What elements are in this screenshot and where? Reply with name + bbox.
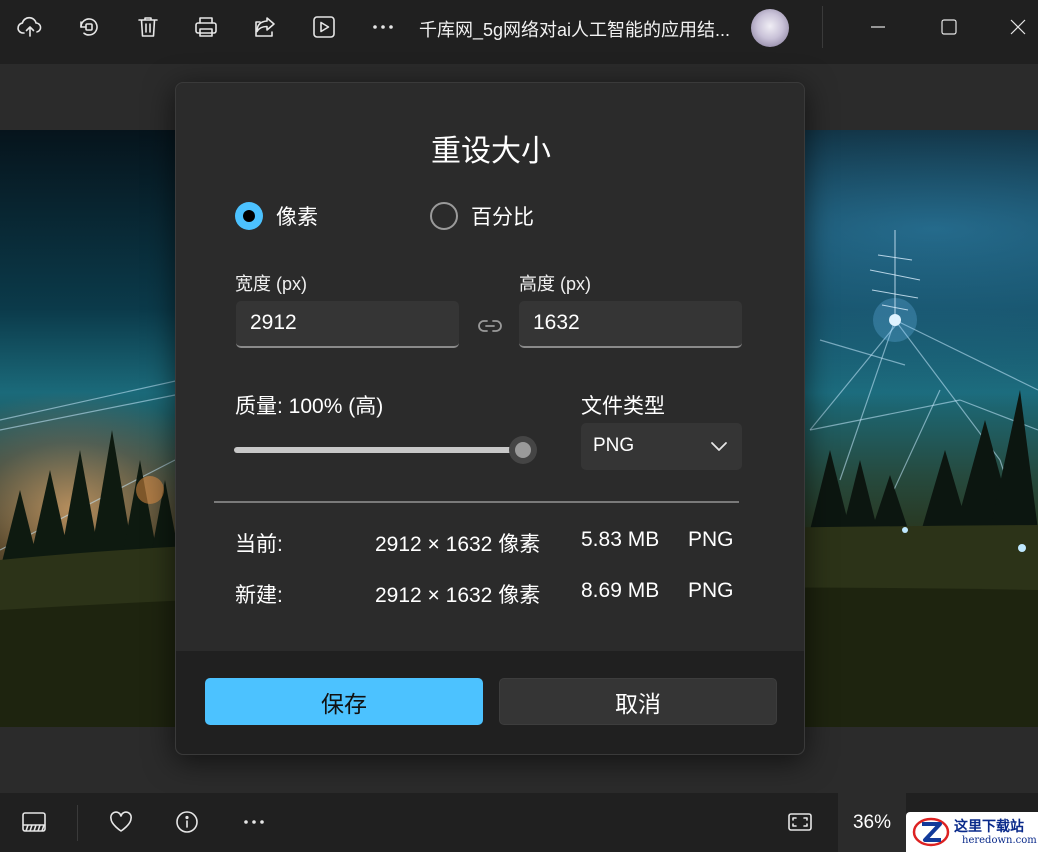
- new-label: 新建:: [235, 584, 283, 607]
- height-input[interactable]: 1632: [519, 301, 742, 348]
- heart-icon[interactable]: [104, 807, 138, 837]
- window-title: 千库网_5g网络对ai人工智能的应用结...: [419, 20, 731, 40]
- fit-to-window-icon[interactable]: [783, 807, 817, 837]
- new-size: 8.69 MB: [581, 579, 660, 602]
- save-button[interactable]: 保存: [205, 678, 483, 725]
- radio-pixels[interactable]: 像素: [235, 201, 318, 231]
- radio-percent-label: 百分比: [471, 206, 534, 229]
- radio-selected-indicator[interactable]: [235, 202, 263, 230]
- trash-icon[interactable]: [130, 12, 166, 42]
- current-label: 当前:: [235, 533, 283, 556]
- close-button[interactable]: [995, 12, 1038, 42]
- cancel-button[interactable]: 取消: [499, 678, 777, 725]
- quality-label: 质量: 100% (高): [235, 395, 384, 418]
- more-options-icon[interactable]: [237, 807, 271, 837]
- filetype-select[interactable]: PNG: [581, 423, 742, 470]
- filetype-label: 文件类型: [581, 395, 665, 418]
- top-toolbar: 千库网_5g网络对ai人工智能的应用结...: [0, 0, 1038, 64]
- bottom-divider: [77, 805, 78, 841]
- maximize-button[interactable]: [926, 12, 972, 42]
- print-icon[interactable]: [188, 12, 224, 42]
- site-watermark: 这里下载站 heredown.com: [906, 812, 1038, 852]
- dialog-title: 重设大小: [431, 135, 551, 168]
- current-size: 5.83 MB: [581, 528, 660, 551]
- dialog-footer: 保存 取消: [176, 651, 804, 754]
- new-dimensions: 2912 × 1632 像素: [375, 584, 541, 607]
- radio-pixels-label: 像素: [276, 206, 318, 229]
- resize-dialog: 重设大小 像素 百分比 宽度 (px) 2912 高度 (px) 1632 质量…: [175, 82, 805, 755]
- toolbar-divider: [822, 6, 823, 48]
- radio-percent[interactable]: 百分比: [430, 201, 534, 231]
- info-icon[interactable]: [170, 807, 204, 837]
- more-icon[interactable]: [365, 12, 401, 42]
- minimize-button[interactable]: [855, 12, 901, 42]
- quality-slider-track[interactable]: [234, 447, 522, 453]
- cloud-upload-icon[interactable]: [12, 12, 48, 42]
- zoom-level[interactable]: 36%: [838, 793, 906, 852]
- filmstrip-icon[interactable]: [17, 807, 51, 837]
- watermark-subtext: heredown.com: [962, 835, 1037, 846]
- bottom-toolbar: 36%: [0, 793, 1038, 852]
- height-label: 高度 (px): [519, 274, 591, 294]
- share-icon[interactable]: [247, 12, 283, 42]
- quality-slider-thumb[interactable]: [509, 436, 537, 464]
- watermark-logo: [912, 817, 950, 847]
- slideshow-icon[interactable]: [306, 12, 342, 42]
- width-input[interactable]: 2912: [236, 301, 459, 348]
- rotate-icon[interactable]: [71, 12, 107, 42]
- watermark-text: 这里下载站: [954, 819, 1024, 835]
- avatar[interactable]: [751, 9, 789, 47]
- width-label: 宽度 (px): [235, 274, 307, 294]
- dialog-divider: [214, 501, 739, 503]
- current-type: PNG: [688, 528, 734, 551]
- new-type: PNG: [688, 579, 734, 602]
- link-aspect-icon[interactable]: [478, 316, 502, 336]
- radio-unselected-indicator[interactable]: [430, 202, 458, 230]
- chevron-down-icon: [711, 442, 727, 451]
- filetype-value: PNG: [593, 435, 635, 456]
- current-dimensions: 2912 × 1632 像素: [375, 533, 541, 556]
